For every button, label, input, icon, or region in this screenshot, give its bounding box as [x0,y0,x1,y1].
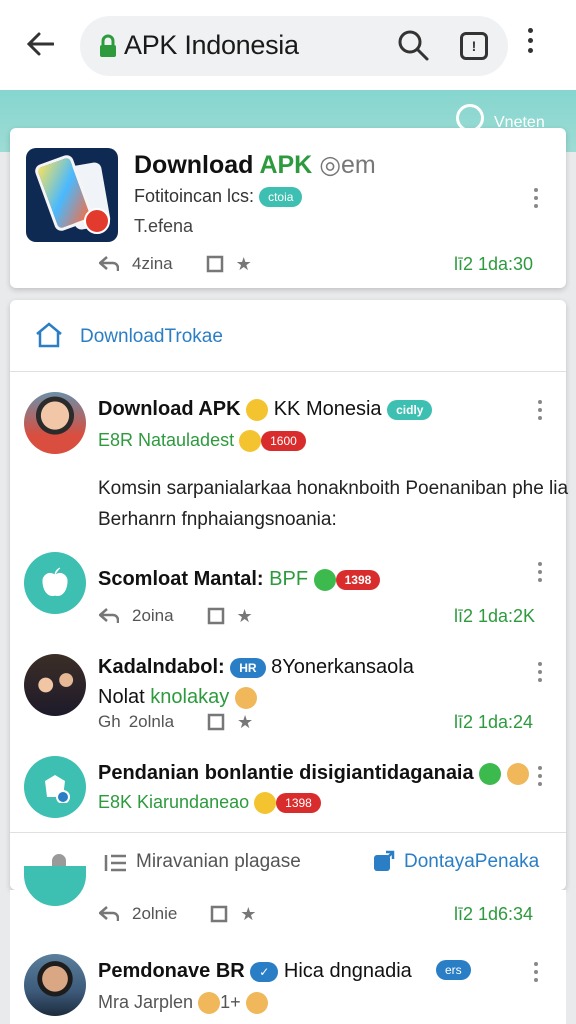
browser-toolbar: APK Indonesia ! [0,0,576,90]
star-icon[interactable]: ★ [233,254,255,274]
reply-count: 2oina [132,606,174,625]
more-options-icon[interactable] [534,962,538,982]
post-author[interactable]: Pemdonave BR ✓ Hica dngnadia [98,960,412,983]
status-badge: ctoia [259,187,303,208]
post-actions: 2olnie ★ [98,904,259,924]
reply-count: 2olnie [132,904,178,923]
repost-icon[interactable] [206,607,228,625]
avatar[interactable] [24,552,86,614]
feed-footer: Miravanian plagase DontayaPenaka [10,832,566,890]
more-options-icon[interactable] [534,188,538,208]
feed-header-label: DownloadTrokae [80,326,223,347]
home-icon[interactable] [34,322,64,353]
app-actions: 4zina ★ [98,254,255,274]
timestamp: lī2 1d6:34 [454,904,534,924]
more-icon[interactable] [528,28,533,53]
feed-header[interactable]: DownloadTrokae [10,300,566,372]
avatar[interactable] [24,954,86,1016]
post-actions: Gh 2olnla ★ [98,712,256,732]
timestamp: lī2 1da:24 [454,712,534,732]
post-author[interactable]: Kadalndabol: HR 8Yonerkansaola [98,656,414,679]
post-actions: 2oina ★ [98,606,256,626]
status-badge: ers [436,960,471,980]
post-author[interactable]: Pendanian bonlantie disigiantidaganaia [98,762,529,785]
app-title: Download APK ◎em [134,151,376,179]
reply-count: 4zina [132,254,173,273]
post-author[interactable]: Scomloat Mantal: BPF 1398 [98,568,381,591]
reply-icon[interactable] [98,905,120,923]
status-badge: cidly [387,399,433,420]
list-icon[interactable] [104,853,128,878]
avatar[interactable] [24,866,86,906]
app-card[interactable]: Download APK ◎em Fotitoincan lcs: ctoia … [10,128,566,288]
url-text: APK Indonesia [124,30,299,60]
post-author[interactable]: Download APK KK Monesia cidly [98,398,433,421]
post-subline: Nolat knolakay [98,686,257,709]
more-options-icon[interactable] [538,766,542,786]
tabs-icon[interactable]: ! [460,32,488,60]
repost-icon[interactable] [209,905,231,923]
footer-left-label[interactable]: Miravanian plagase [136,851,301,873]
footer-right-link[interactable]: DontayaPenaka [404,851,539,873]
post-body: Komsin sarpanialarkaa honaknboith Poenan… [98,478,569,530]
post-meta: E8K Kiarundaneao 1398 [98,792,321,815]
more-options-icon[interactable] [538,562,542,582]
reply-icon[interactable] [98,255,120,273]
more-options-icon[interactable] [538,400,542,420]
back-arrow-icon[interactable] [22,26,58,62]
repost-icon[interactable] [206,713,228,731]
next-feed-section: 2olnie ★ lī2 1d6:34 Pemdonave BR ✓ Hica … [10,866,566,1024]
lock-icon [98,34,118,63]
address-bar[interactable]: APK Indonesia ! [80,16,508,76]
post-meta: E8R Natauladest 1600 [98,430,306,453]
timestamp: lī2 1da:2K [454,606,536,626]
reply-count: 2olnla [128,712,175,731]
app-icon [26,148,118,242]
star-icon[interactable]: ★ [234,712,256,732]
feed-card: DownloadTrokae Download APK KK Monesia c… [10,300,568,890]
app-detail: T.efena [134,216,194,236]
avatar[interactable] [24,392,86,454]
more-options-icon[interactable] [538,662,542,682]
avatar[interactable] [24,756,86,818]
timestamp: lī2 1da:30 [454,254,534,274]
avatar[interactable] [24,654,86,716]
star-icon[interactable]: ★ [234,606,256,626]
share-icon[interactable] [372,849,396,878]
search-icon[interactable] [396,28,430,67]
reply-icon[interactable] [98,607,120,625]
star-icon[interactable]: ★ [237,904,259,924]
repost-icon[interactable] [205,255,227,273]
app-subtitle: Fotitoincan lcs: ctoia [134,186,303,208]
post-meta: Mra Jarplen 1+ [98,992,268,1015]
